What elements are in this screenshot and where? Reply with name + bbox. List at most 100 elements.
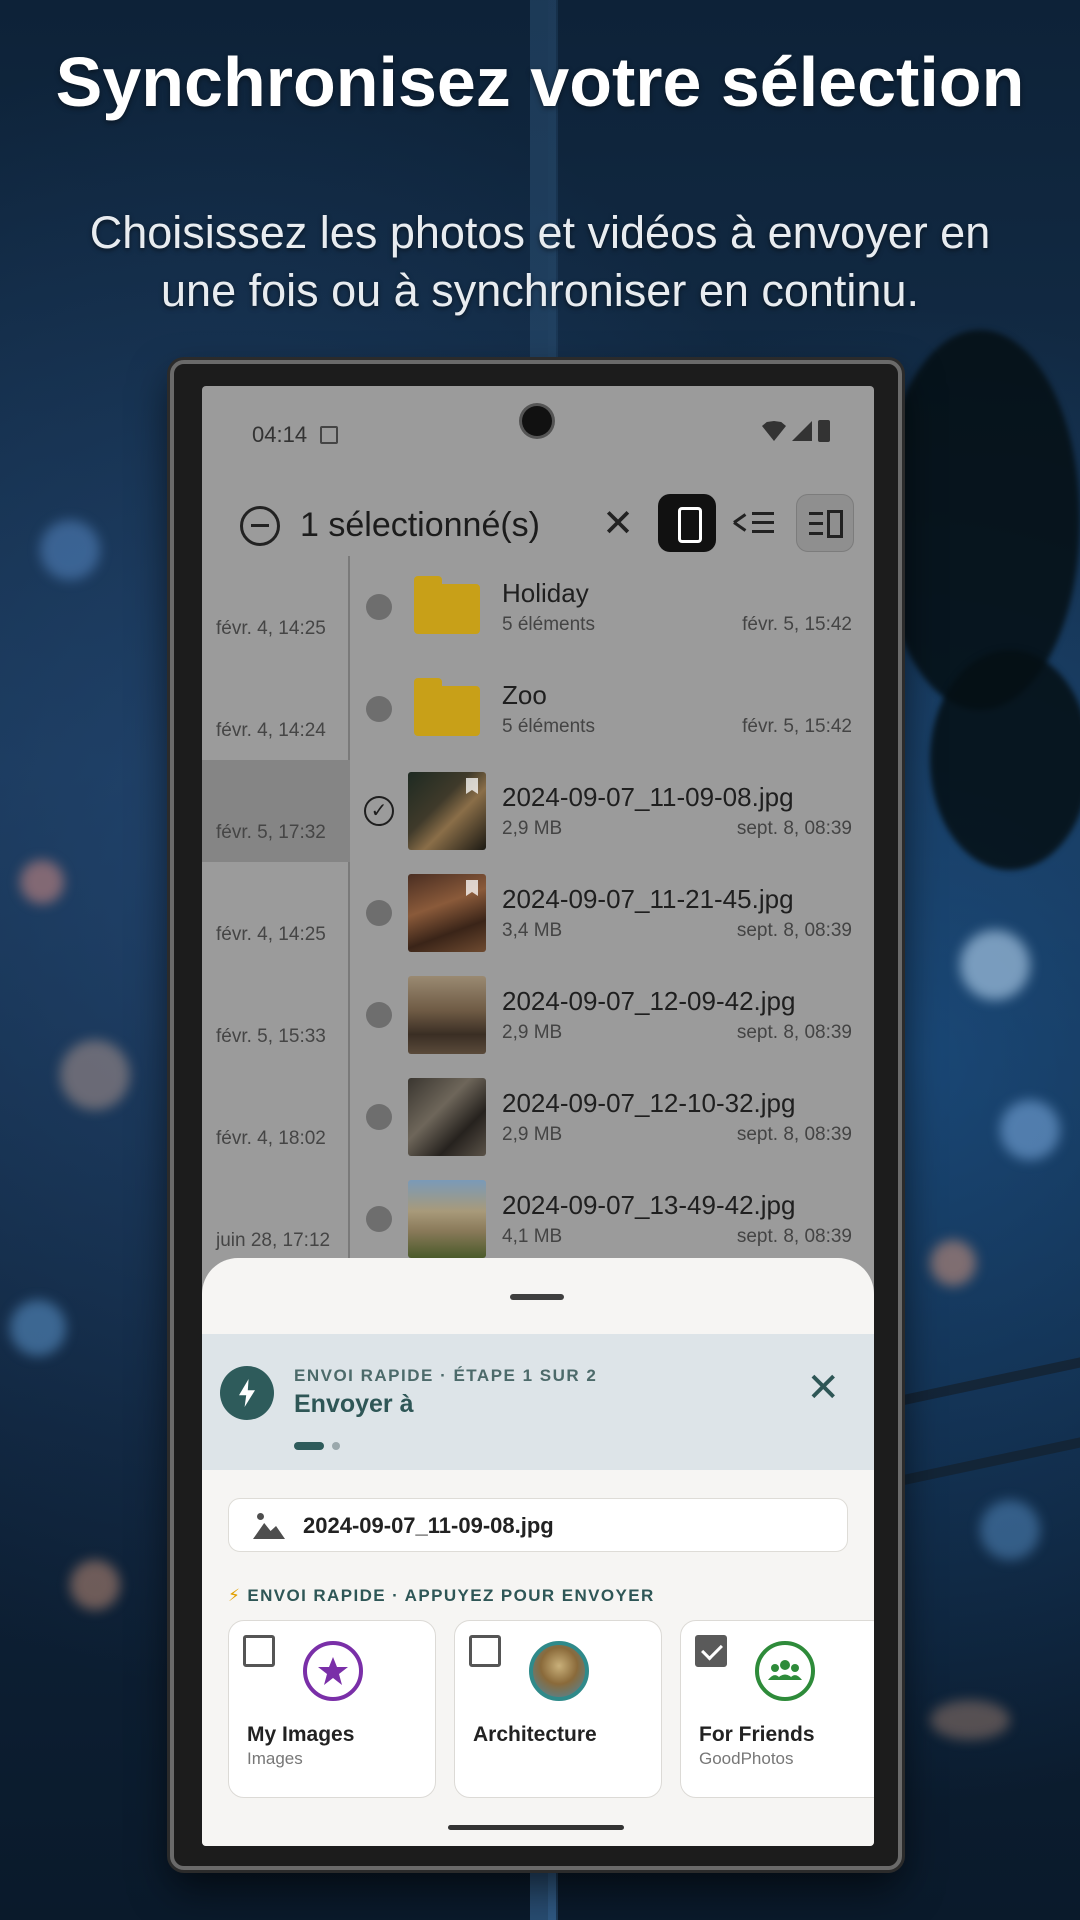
date-item[interactable]: févr. 4, 14:25 bbox=[202, 556, 350, 658]
lightning-icon bbox=[220, 1366, 274, 1420]
sheet-title: Envoyer à bbox=[294, 1390, 414, 1418]
date-item[interactable]: févr. 4, 14:24 bbox=[202, 658, 350, 760]
select-radio[interactable] bbox=[366, 900, 392, 926]
file-date: sept. 8, 08:39 bbox=[736, 1124, 852, 1145]
select-radio[interactable] bbox=[366, 594, 392, 620]
file-meta: 2,9 MB bbox=[502, 1124, 563, 1145]
bokeh-light bbox=[1000, 1100, 1060, 1160]
battery-icon bbox=[818, 420, 830, 442]
folder-icon bbox=[414, 576, 480, 634]
device-toggle-icon[interactable] bbox=[658, 494, 716, 552]
destination-name: For Friends bbox=[699, 1723, 815, 1746]
file-name: 2024-09-07_12-10-32.jpg bbox=[502, 1088, 796, 1118]
bokeh-light bbox=[960, 930, 1030, 1000]
plant-silhouette bbox=[880, 330, 1080, 710]
gesture-nav-bar[interactable] bbox=[448, 1825, 624, 1830]
selection-toolbar: 1 sélectionné(s) ✕ bbox=[202, 486, 874, 566]
bokeh-light bbox=[980, 1500, 1040, 1560]
bokeh-light bbox=[40, 520, 100, 580]
folder-icon bbox=[414, 678, 480, 736]
file-name: 2024-09-07_12-09-42.jpg bbox=[502, 986, 796, 1016]
list-item-folder[interactable]: Zoo 5 éléments févr. 5, 15:42 bbox=[352, 658, 874, 760]
file-meta: 2,9 MB bbox=[502, 818, 563, 839]
date-label: févr. 4, 14:25 bbox=[216, 924, 326, 945]
file-date: sept. 8, 08:39 bbox=[736, 1226, 852, 1247]
date-item[interactable]: févr. 4, 14:25 bbox=[202, 862, 350, 964]
file-date: févr. 5, 15:42 bbox=[742, 716, 852, 737]
destination-checkbox[interactable] bbox=[243, 1635, 275, 1667]
date-item[interactable]: juin 28, 17:12 bbox=[202, 1168, 350, 1270]
phone-frame: 04:14 1 sélectionné(s) ✕ févr. 4, 14:25 … bbox=[170, 360, 902, 1870]
bookmark-icon bbox=[466, 778, 478, 794]
file-name: 2024-09-07_13-49-42.jpg bbox=[502, 1190, 796, 1220]
destination-sub: Images bbox=[247, 1749, 303, 1768]
file-name: Holiday bbox=[502, 578, 589, 608]
date-label: juin 28, 17:12 bbox=[216, 1230, 331, 1251]
list-item-image-selected[interactable]: ✓ 2024-09-07_11-09-08.jpg 2,9 MB sept. 8… bbox=[352, 760, 874, 862]
list-item-image[interactable]: 2024-09-07_12-09-42.jpg 2,9 MB sept. 8, … bbox=[352, 964, 874, 1066]
list-item-folder[interactable]: Holiday 5 éléments févr. 5, 15:42 bbox=[352, 556, 874, 658]
file-date: sept. 8, 08:39 bbox=[736, 818, 852, 839]
select-radio[interactable] bbox=[366, 1002, 392, 1028]
destination-card-for-friends[interactable]: For Friends GoodPhotos bbox=[680, 1620, 874, 1798]
selected-file-name: 2024-09-07_11-09-08.jpg bbox=[303, 1513, 554, 1538]
bokeh-light bbox=[930, 1700, 1010, 1740]
bokeh-light bbox=[10, 1300, 66, 1356]
select-radio[interactable] bbox=[366, 696, 392, 722]
date-item-selected[interactable]: févr. 5, 17:32 bbox=[202, 760, 350, 862]
destination-cards: My Images Images Architecture For Friend… bbox=[228, 1620, 874, 1800]
date-item[interactable]: févr. 5, 15:33 bbox=[202, 964, 350, 1066]
file-meta: 2,9 MB bbox=[502, 1022, 563, 1043]
bokeh-light bbox=[930, 1240, 976, 1286]
destination-card-architecture[interactable]: Architecture bbox=[454, 1620, 662, 1798]
date-label: févr. 5, 17:32 bbox=[216, 822, 326, 843]
bookmark-icon bbox=[466, 880, 478, 896]
file-name: 2024-09-07_11-21-45.jpg bbox=[502, 884, 794, 914]
headline-subtitle: Choisissez les photos et vidéos à envoye… bbox=[89, 207, 991, 316]
photo-thumbnail bbox=[408, 1078, 486, 1156]
selection-count: 1 sélectionné(s) bbox=[300, 506, 541, 544]
headline-title: Synchronisez votre sélection bbox=[55, 43, 1025, 121]
quick-send-text: ENVOI RAPIDE · APPUYEZ POUR ENVOYER bbox=[247, 1586, 655, 1605]
deselect-all-icon[interactable] bbox=[240, 506, 280, 546]
file-meta: 5 éléments bbox=[502, 614, 595, 635]
file-name: 2024-09-07_11-09-08.jpg bbox=[502, 782, 794, 812]
select-radio[interactable] bbox=[366, 1104, 392, 1130]
file-meta: 3,4 MB bbox=[502, 920, 563, 941]
sheet-drag-handle[interactable] bbox=[510, 1294, 564, 1300]
step-indicator bbox=[332, 1442, 340, 1450]
front-camera bbox=[522, 406, 552, 436]
close-sheet-button[interactable]: ✕ bbox=[806, 1368, 840, 1408]
select-radio[interactable] bbox=[366, 1206, 392, 1232]
phone-screen: 04:14 1 sélectionné(s) ✕ févr. 4, 14:25 … bbox=[202, 386, 874, 1846]
destination-checkbox[interactable] bbox=[469, 1635, 501, 1667]
status-time: 04:14 bbox=[252, 422, 308, 447]
bokeh-light bbox=[70, 1560, 120, 1610]
sort-icon[interactable] bbox=[733, 504, 774, 544]
send-bottom-sheet: ENVOI RAPIDE · ÉTAPE 1 SUR 2 Envoyer à ✕… bbox=[202, 1258, 874, 1846]
close-selection-button[interactable]: ✕ bbox=[598, 502, 638, 546]
list-item-image[interactable]: 2024-09-07_12-10-32.jpg 2,9 MB sept. 8, … bbox=[352, 1066, 874, 1168]
balcony-rail bbox=[878, 1354, 1080, 1410]
file-meta: 5 éléments bbox=[502, 716, 595, 737]
destination-checkbox-checked[interactable] bbox=[695, 1635, 727, 1667]
file-date: févr. 5, 15:42 bbox=[742, 614, 852, 635]
photo-thumbnail bbox=[408, 874, 486, 952]
quick-send-label: ⚡ ENVOI RAPIDE · APPUYEZ POUR ENVOYER bbox=[228, 1586, 655, 1606]
date-label: févr. 4, 14:24 bbox=[216, 720, 326, 741]
photo-thumbnail bbox=[408, 976, 486, 1054]
destination-card-my-images[interactable]: My Images Images bbox=[228, 1620, 436, 1798]
checked-radio[interactable]: ✓ bbox=[364, 796, 394, 826]
photo-thumbnail bbox=[408, 1180, 486, 1258]
destination-sub: GoodPhotos bbox=[699, 1749, 794, 1768]
photo-thumbnail bbox=[408, 772, 486, 850]
step-indicator-active bbox=[294, 1442, 324, 1450]
split-view-icon[interactable] bbox=[796, 494, 854, 552]
list-item-image[interactable]: 2024-09-07_11-21-45.jpg 3,4 MB sept. 8, … bbox=[352, 862, 874, 964]
list-item-image[interactable]: 2024-09-07_13-49-42.jpg 4,1 MB sept. 8, … bbox=[352, 1168, 874, 1270]
date-label: févr. 5, 15:33 bbox=[216, 1026, 326, 1047]
date-item[interactable]: févr. 4, 18:02 bbox=[202, 1066, 350, 1168]
selected-file-pill: 2024-09-07_11-09-08.jpg bbox=[228, 1498, 848, 1552]
date-label: févr. 4, 18:02 bbox=[216, 1128, 326, 1149]
sheet-header: ENVOI RAPIDE · ÉTAPE 1 SUR 2 Envoyer à ✕ bbox=[202, 1334, 874, 1470]
